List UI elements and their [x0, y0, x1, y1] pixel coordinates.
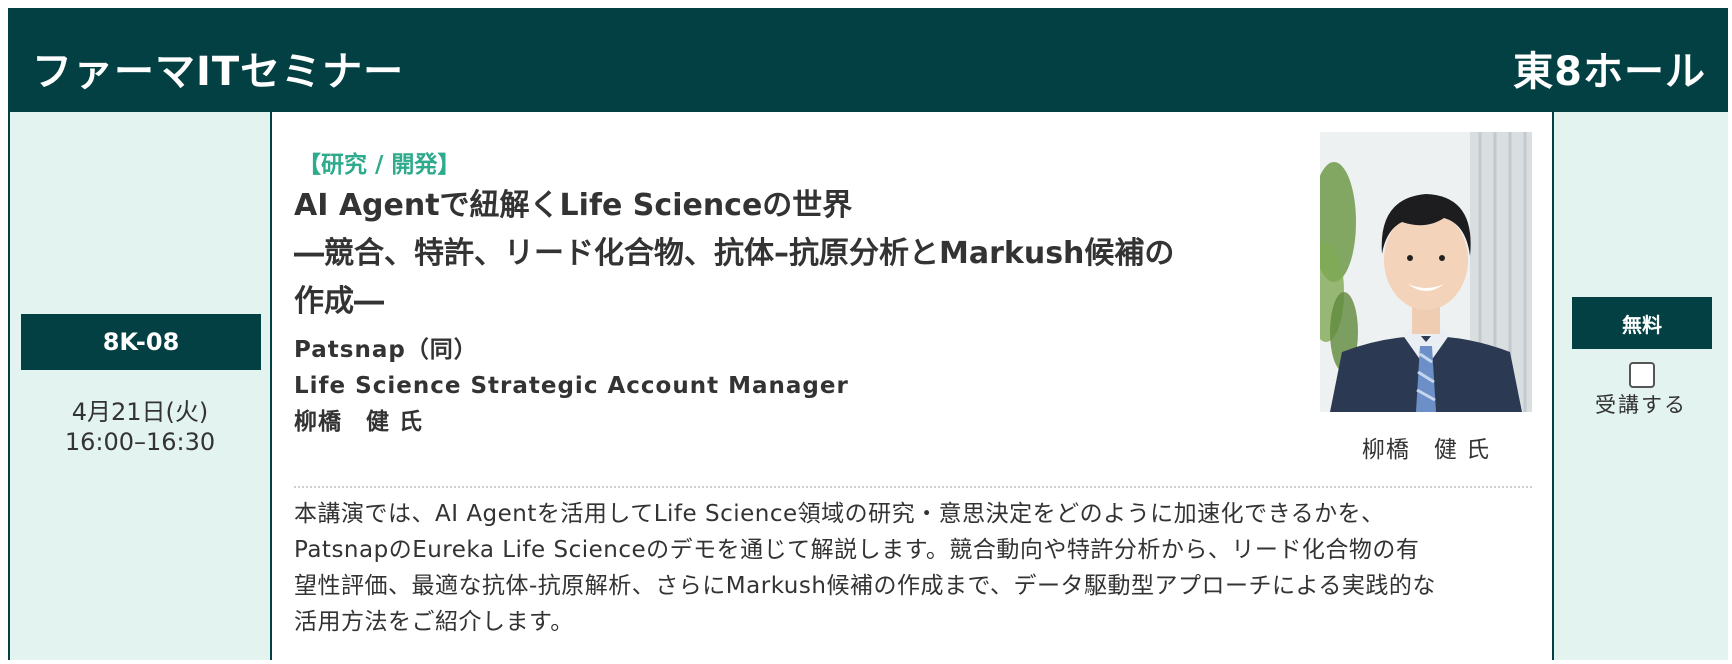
speaker-name: 柳橋 健 氏: [294, 409, 424, 435]
session-title-line: AI Agentで紐解くLife Scienceの世界: [294, 188, 853, 223]
speaker-company: Patsnap（同）: [294, 337, 478, 363]
speaker-photo: [1308, 132, 1532, 412]
hall-name: 東8ホール: [1513, 49, 1706, 95]
category-label: 【研究 / 開発】: [298, 152, 461, 178]
dotted-divider: [294, 486, 1532, 488]
speaker-info: Patsnap（同） Life Science Strategic Accoun…: [294, 332, 849, 440]
session-time: 16:00–16:30: [64, 428, 216, 456]
attend-checkbox[interactable]: [1629, 362, 1655, 388]
session-code-badge: 8K-08: [21, 314, 261, 370]
photo-caption: 柳橋 健 氏: [1361, 437, 1491, 463]
session-title: AI Agentで紐解くLife Scienceの世界 ―競合、特許、リード化合…: [294, 182, 1294, 326]
session-description: 本講演では、AI Agentを活用してLife Science領域の研究・意思決…: [294, 496, 1544, 640]
header-bar: ファーマITセミナー 東8ホール: [10, 10, 1726, 112]
registration-column: 無料 受講する: [1552, 112, 1728, 660]
description-line: 望性評価、最適な抗体-抗原解析、さらにMarkush候補の作成まで、データ駆動型…: [294, 573, 1436, 599]
price-badge: 無料: [1572, 297, 1712, 349]
session-title-line: 作成―: [294, 284, 384, 319]
attend-label[interactable]: 受講する: [1554, 389, 1728, 419]
description-line: 活用方法をご紹介します。: [294, 609, 574, 635]
session-detail-column: 【研究 / 開発】 AI Agentで紐解くLife Scienceの世界 ―競…: [272, 112, 1552, 660]
description-line: 本講演では、AI Agentを活用してLife Science領域の研究・意思決…: [294, 501, 1385, 527]
session-title-line: ―競合、特許、リード化合物、抗体–抗原分析とMarkush候補の: [294, 236, 1175, 271]
session-info-column: 8K-08 4月21日(火) 16:00–16:30: [10, 112, 272, 660]
seminar-card: ファーマITセミナー 東8ホール 8K-08 4月21日(火) 16:00–16…: [8, 8, 1728, 660]
session-date: 4月21日(火): [71, 398, 209, 426]
description-line: PatsnapのEureka Life Scienceのデモを通じて解説します。…: [294, 537, 1420, 563]
speaker-position: Life Science Strategic Account Manager: [294, 373, 849, 399]
seminar-series-title: ファーマITセミナー: [32, 49, 405, 95]
